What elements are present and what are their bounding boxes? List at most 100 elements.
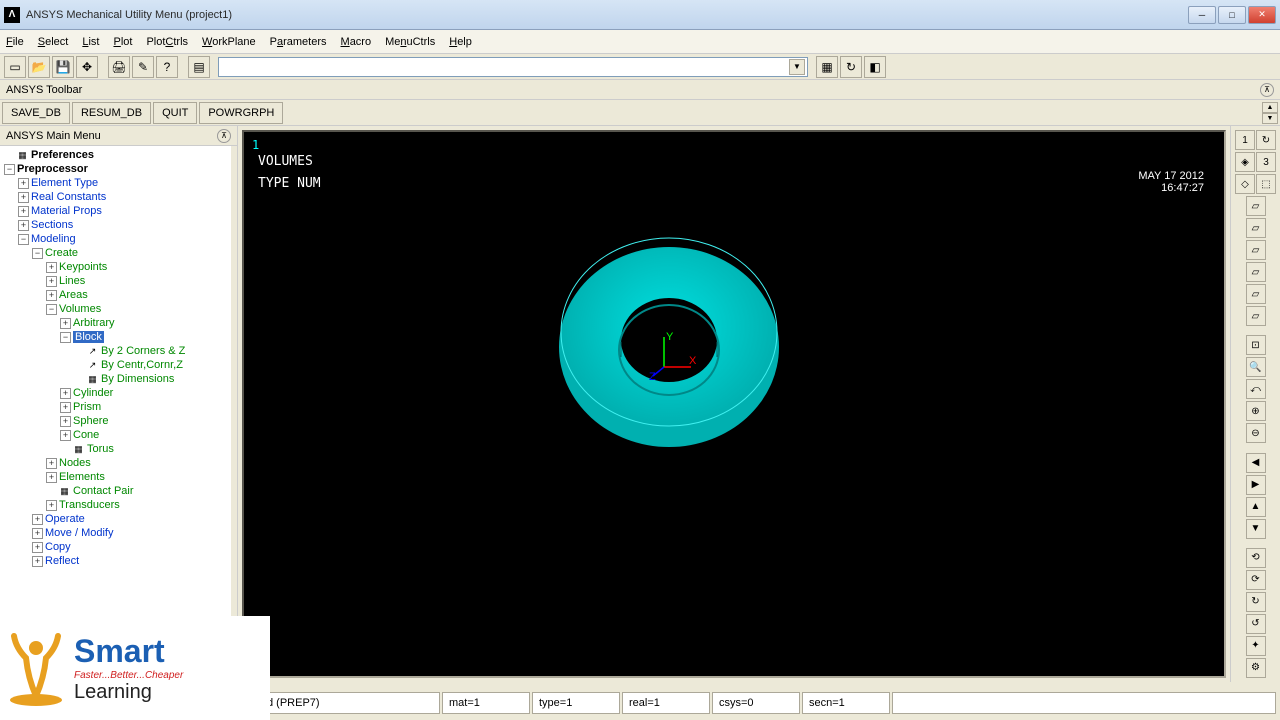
powrgrph-button[interactable]: POWRGRPH: [199, 102, 283, 124]
tree-operate[interactable]: +Operate: [0, 512, 237, 526]
open-icon[interactable]: 📂: [28, 56, 50, 78]
resum-db-button[interactable]: RESUM_DB: [72, 102, 151, 124]
tree-elements[interactable]: +Elements: [0, 470, 237, 484]
collapse-toolbar-icon[interactable]: ⊼: [1260, 83, 1274, 97]
minimize-button[interactable]: ─: [1188, 6, 1216, 24]
tree-move-modify[interactable]: +Move / Modify: [0, 526, 237, 540]
tool-b-icon[interactable]: ↻: [840, 56, 862, 78]
svg-text:Z: Z: [649, 371, 656, 382]
tree-lines[interactable]: +Lines: [0, 274, 237, 288]
tree-real-constants[interactable]: +Real Constants: [0, 190, 237, 204]
pan-icon[interactable]: ✥: [76, 56, 98, 78]
tool-c-icon[interactable]: ◧: [864, 56, 886, 78]
watermark-logo: Smart Faster...Better...Cheaper Learning: [0, 616, 270, 720]
dynamic-mode-icon[interactable]: ✦: [1246, 636, 1266, 656]
new-icon[interactable]: ▭: [4, 56, 26, 78]
zoom-out-icon[interactable]: ⊖: [1246, 423, 1266, 443]
tree-transducers[interactable]: +Transducers: [0, 498, 237, 512]
left-view-icon[interactable]: ▱: [1246, 284, 1266, 304]
tree-element-type[interactable]: +Element Type: [0, 176, 237, 190]
rotate-x-icon[interactable]: ⟲: [1246, 548, 1266, 568]
rate-icon[interactable]: ⚙: [1246, 658, 1266, 678]
menu-parameters[interactable]: Parameters: [270, 36, 327, 48]
quit-button[interactable]: QUIT: [153, 102, 197, 124]
tree-sphere[interactable]: +Sphere: [0, 414, 237, 428]
window-layout-select[interactable]: 1: [1235, 130, 1255, 150]
tree-scrollbar[interactable]: [231, 146, 237, 682]
print-icon[interactable]: 🖨: [108, 56, 130, 78]
menu-file[interactable]: File: [6, 36, 24, 48]
standard-toolbar: ▭ 📂 💾 ✥ 🖨 ✎ ? ▤ ▼ ▦ ↻ ◧: [0, 54, 1280, 80]
report-icon[interactable]: ✎: [132, 56, 154, 78]
bottom-view-icon[interactable]: ▱: [1246, 262, 1266, 282]
pan-down-icon[interactable]: ▼: [1246, 519, 1266, 539]
menu-list[interactable]: List: [82, 36, 99, 48]
maximize-button[interactable]: □: [1218, 6, 1246, 24]
zoom-back-icon[interactable]: ⤺: [1246, 379, 1266, 399]
pan-right-icon[interactable]: ▶: [1246, 475, 1266, 495]
tree-nodes[interactable]: +Nodes: [0, 456, 237, 470]
tree-by-2-corners[interactable]: ↗By 2 Corners & Z: [0, 344, 237, 358]
ansys-toolbar-label: ANSYS Toolbar: [6, 84, 82, 96]
pan-left-icon[interactable]: ◀: [1246, 453, 1266, 473]
tree-torus[interactable]: ▦Torus: [0, 442, 237, 456]
dropdown-icon[interactable]: ▼: [789, 59, 805, 75]
menu-workplane[interactable]: WorkPlane: [202, 36, 256, 48]
pan-up-icon[interactable]: ▲: [1246, 497, 1266, 517]
menu-select[interactable]: Select: [38, 36, 69, 48]
tree-volumes[interactable]: −Volumes: [0, 302, 237, 316]
zoom-box-icon[interactable]: 🔍: [1246, 357, 1266, 377]
close-button[interactable]: ✕: [1248, 6, 1276, 24]
raise-hidden-icon[interactable]: ▤: [188, 56, 210, 78]
rotate-neg-icon[interactable]: ↺: [1246, 614, 1266, 634]
pick-icon[interactable]: ⬚: [1256, 174, 1276, 194]
tree-copy[interactable]: +Copy: [0, 540, 237, 554]
menu-plot[interactable]: Plot: [113, 36, 132, 48]
rotate-y-icon[interactable]: ⟳: [1246, 570, 1266, 590]
rotate-z-icon[interactable]: ↻: [1246, 592, 1266, 612]
tree-prism[interactable]: +Prism: [0, 400, 237, 414]
tree-block[interactable]: −Block: [0, 330, 237, 344]
command-input[interactable]: ▼: [218, 57, 808, 77]
tree-cylinder[interactable]: +Cylinder: [0, 386, 237, 400]
tree-preprocessor[interactable]: −Preprocessor: [0, 162, 237, 176]
menu-bar: File Select List Plot PlotCtrls WorkPlan…: [0, 30, 1280, 54]
tree-contact-pair[interactable]: ▦Contact Pair: [0, 484, 237, 498]
tool-a-icon[interactable]: ▦: [816, 56, 838, 78]
tree-areas[interactable]: +Areas: [0, 288, 237, 302]
toolbar-scroll[interactable]: ▲▼: [1262, 102, 1278, 124]
tree-reflect[interactable]: +Reflect: [0, 554, 237, 568]
oblique-view-icon[interactable]: ◇: [1235, 174, 1255, 194]
tree-create[interactable]: −Create: [0, 246, 237, 260]
menu-menuctrls[interactable]: MenuCtrls: [385, 36, 435, 48]
menu-help[interactable]: Help: [449, 36, 472, 48]
save-db-button[interactable]: SAVE_DB: [2, 102, 70, 124]
refresh-icon[interactable]: ↻: [1256, 130, 1276, 150]
zoom-fit-icon[interactable]: ⊡: [1246, 335, 1266, 355]
tree-sections[interactable]: +Sections: [0, 218, 237, 232]
iso-view-icon[interactable]: ◈: [1235, 152, 1255, 172]
right-view-icon[interactable]: ▱: [1246, 306, 1266, 326]
app-icon: Λ: [4, 7, 20, 23]
tree-by-dimensions[interactable]: ▦By Dimensions: [0, 372, 237, 386]
graphics-window[interactable]: 1 VOLUMES TYPE NUM MAY 17 2012 16:47:27: [242, 130, 1226, 678]
top-view-icon[interactable]: ▱: [1246, 240, 1266, 260]
zoom-in-icon[interactable]: ⊕: [1246, 401, 1266, 421]
view-select[interactable]: 3: [1256, 152, 1276, 172]
tree-keypoints[interactable]: +Keypoints: [0, 260, 237, 274]
menu-macro[interactable]: Macro: [341, 36, 372, 48]
help-icon[interactable]: ?: [156, 56, 178, 78]
tree-modeling[interactable]: −Modeling: [0, 232, 237, 246]
status-secn: secn=1: [802, 692, 890, 714]
back-view-icon[interactable]: ▱: [1246, 218, 1266, 238]
tree-arbitrary[interactable]: +Arbitrary: [0, 316, 237, 330]
menu-plotctrls[interactable]: PlotCtrls: [146, 36, 188, 48]
collapse-menu-icon[interactable]: ⊼: [217, 129, 231, 143]
status-bar: d (PREP7) mat=1 type=1 real=1 csys=0 sec…: [260, 692, 1276, 714]
save-icon[interactable]: 💾: [52, 56, 74, 78]
tree-cone[interactable]: +Cone: [0, 428, 237, 442]
tree-material-props[interactable]: +Material Props: [0, 204, 237, 218]
tree-preferences[interactable]: ▦Preferences: [0, 148, 237, 162]
tree-by-centr-cornr[interactable]: ↗By Centr,Cornr,Z: [0, 358, 237, 372]
front-view-icon[interactable]: ▱: [1246, 196, 1266, 216]
